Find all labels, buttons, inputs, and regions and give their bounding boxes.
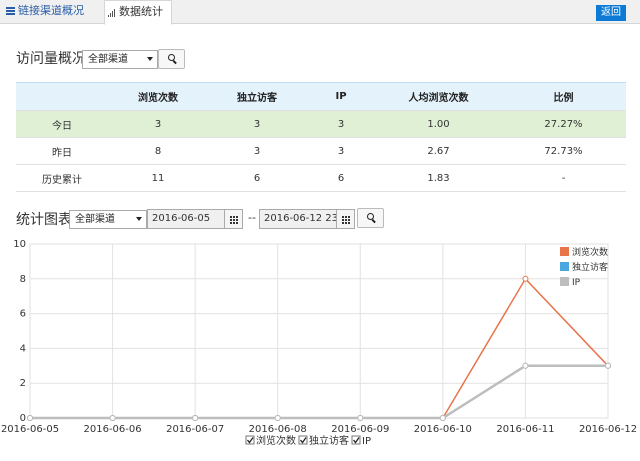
x-tick-label: 2016-06-12	[579, 424, 637, 435]
table-cell: 72.73%	[501, 137, 626, 165]
end-date-input[interactable]: 2016-06-12 23:5	[259, 209, 337, 229]
header-cell: 独立访客	[208, 82, 306, 111]
chart-search-button[interactable]	[357, 208, 384, 228]
table-cell: 3	[108, 110, 208, 138]
x-tick-label: 2016-06-09	[331, 424, 389, 435]
overview-channel-select[interactable]: 全部渠道	[82, 50, 158, 69]
table-cell: 3	[306, 137, 376, 165]
x-tick-label: 2016-06-08	[249, 424, 307, 435]
date-separator: --	[248, 211, 256, 224]
y-tick-label: 0	[20, 413, 26, 424]
y-tick-label: 8	[20, 274, 26, 285]
x-tick-label: 2016-06-07	[166, 424, 224, 435]
chart-channel-select[interactable]: 全部渠道	[69, 210, 147, 229]
legend-swatch	[560, 262, 569, 271]
legend-swatch	[560, 247, 569, 256]
table-cell: 3	[306, 110, 376, 138]
table-cell: -	[501, 164, 626, 192]
overview-search-button[interactable]	[158, 49, 185, 69]
select-value: 全部渠道	[75, 214, 115, 225]
back-button[interactable]: 返回	[596, 5, 626, 21]
x-tick-label: 2016-06-06	[84, 424, 142, 435]
x-tick-label: 2016-06-11	[496, 424, 554, 435]
legend-label: 浏览次数	[572, 246, 608, 258]
tab-label: 链接渠道概况	[18, 4, 84, 17]
table-cell: 2.67	[376, 137, 501, 165]
data-point	[109, 415, 116, 421]
legend-checkbox-label: 独立访客	[309, 434, 349, 447]
table-cell: 6	[208, 164, 306, 192]
x-tick-label: 2016-06-05	[1, 424, 59, 435]
legend-checkbox-label: IP	[362, 436, 371, 447]
row-label: 历史累计	[16, 164, 108, 192]
table-cell: 1.83	[376, 164, 501, 192]
table-cell: 6	[306, 164, 376, 192]
row-label: 昨日	[16, 137, 108, 165]
table-header-row: 浏览次数 独立访客 IP 人均浏览次数 比例	[16, 82, 626, 111]
start-date-input[interactable]: 2016-06-05	[147, 209, 225, 229]
data-point	[439, 415, 446, 421]
data-point	[27, 415, 33, 421]
data-point	[522, 275, 529, 282]
table-cell: 11	[108, 164, 208, 192]
tab-data-stats[interactable]: 数据统计	[104, 0, 172, 25]
table-cell: 3	[208, 137, 306, 165]
table-cell: 3	[208, 110, 306, 138]
legend-swatch	[560, 277, 569, 286]
overview-table: 浏览次数 独立访客 IP 人均浏览次数 比例 今日 3 3 3 1.00 27.…	[16, 82, 626, 192]
x-tick-label: 2016-06-10	[414, 424, 472, 435]
bar-chart-icon	[108, 9, 116, 17]
data-point	[192, 415, 199, 421]
chevron-down-icon	[147, 57, 153, 61]
header-cell: 比例	[501, 82, 626, 111]
calendar-icon[interactable]	[224, 209, 243, 229]
chart-title: 统计图表	[16, 212, 72, 228]
legend-label: 独立访客	[572, 261, 608, 273]
search-icon	[367, 213, 374, 220]
y-tick-label: 2	[20, 378, 26, 389]
data-point	[605, 362, 611, 369]
table-row: 昨日 8 3 3 2.67 72.73%	[16, 137, 626, 165]
y-tick-label: 10	[13, 239, 26, 250]
data-point	[357, 415, 364, 421]
legend-checkbox-label: 浏览次数	[256, 434, 296, 447]
table-cell: 27.27%	[501, 110, 626, 138]
data-point	[274, 415, 281, 421]
table-cell: 8	[108, 137, 208, 165]
y-tick-label: 4	[20, 343, 26, 354]
tab-label: 数据统计	[119, 5, 163, 18]
plot-area	[29, 243, 609, 419]
table-cell: 1.00	[376, 110, 501, 138]
table-row: 今日 3 3 3 1.00 27.27%	[16, 110, 626, 138]
header-cell: 浏览次数	[108, 82, 208, 111]
select-value: 全部渠道	[88, 54, 128, 65]
chevron-down-icon	[136, 217, 142, 221]
list-icon	[6, 7, 15, 15]
overview-title: 访问量概况	[16, 51, 86, 67]
header-cell: IP	[306, 82, 376, 111]
line-chart: 0 2 4 6 8 10 2016-06-05 2016-06-06 2016-06-07 201…	[1, 239, 637, 447]
data-point	[522, 362, 529, 369]
tab-bar: 链接渠道概况 数据统计 返回	[0, 0, 640, 25]
row-label: 今日	[16, 110, 108, 138]
calendar-icon[interactable]	[336, 209, 355, 229]
y-tick-label: 6	[20, 309, 26, 320]
search-icon	[168, 54, 175, 61]
legend-label: IP	[572, 278, 581, 288]
table-row: 历史累计 11 6 6 1.83 -	[16, 164, 626, 192]
header-cell	[16, 82, 108, 111]
tab-channel-overview[interactable]: 链接渠道概况	[0, 0, 104, 24]
header-cell: 人均浏览次数	[376, 82, 501, 111]
